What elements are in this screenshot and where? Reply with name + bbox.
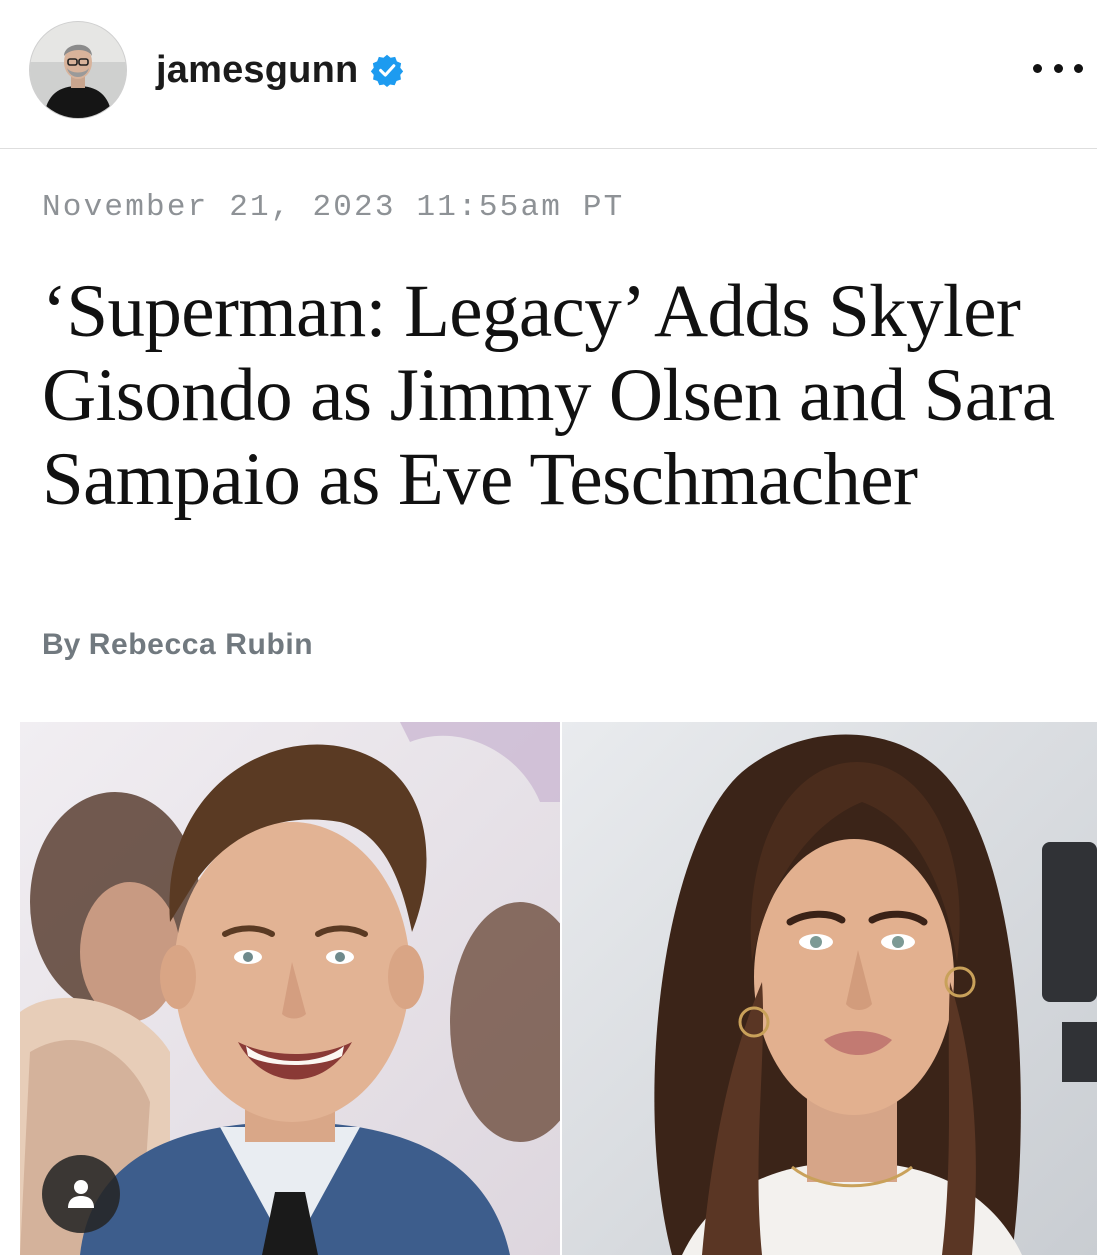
username[interactable]: jamesgunn bbox=[156, 49, 358, 92]
avatar-photo bbox=[30, 22, 126, 118]
post-header: jamesgunn bbox=[0, 0, 1097, 148]
more-dot bbox=[1053, 63, 1063, 73]
byline-author: Rebecca Rubin bbox=[88, 628, 314, 661]
photo-woman-portrait bbox=[562, 722, 1097, 1255]
user-tag-icon bbox=[68, 1180, 94, 1208]
verified-badge-icon bbox=[370, 53, 404, 87]
user-tag-button[interactable] bbox=[42, 1155, 120, 1233]
article-byline: By Rebecca Rubin bbox=[42, 628, 313, 662]
more-options-icon[interactable] bbox=[1033, 48, 1083, 88]
article-headline: ‘Superman: Legacy’ Adds Skyler Gisondo a… bbox=[42, 270, 1055, 521]
more-dot bbox=[1074, 63, 1083, 73]
more-dot bbox=[1033, 63, 1042, 73]
avatar[interactable] bbox=[30, 22, 126, 118]
username-row: jamesgunn bbox=[156, 44, 404, 96]
article-photos bbox=[20, 722, 1097, 1255]
header-divider bbox=[0, 148, 1097, 149]
byline-prefix: By bbox=[42, 628, 81, 661]
article-dateline: November 21, 2023 11:55am PT bbox=[42, 190, 625, 225]
